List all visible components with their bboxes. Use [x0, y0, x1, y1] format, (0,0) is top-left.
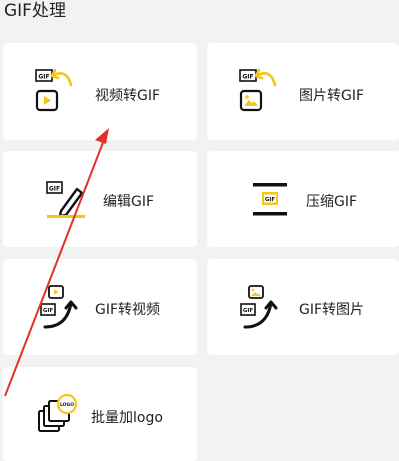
svg-text:GIF: GIF — [49, 186, 60, 193]
svg-text:GIF: GIF — [38, 74, 49, 81]
compress-gif-icon: GIF — [251, 181, 291, 225]
svg-text:GIF: GIF — [43, 308, 54, 314]
svg-text:GIF: GIF — [243, 308, 254, 314]
image-to-gif-icon: GIF — [239, 67, 287, 119]
video-to-gif-icon: GIF — [35, 67, 83, 119]
tool-label: 图片转GIF — [299, 88, 365, 104]
tool-card-video-to-gif[interactable]: GIF 视频转GIF — [3, 43, 197, 140]
tool-card-gif-to-video[interactable]: GIF GIF转视频 — [3, 259, 197, 355]
svg-text:LOGO: LOGO — [60, 402, 74, 408]
tool-label: GIF转图片 — [299, 302, 365, 318]
svg-text:GIF: GIF — [242, 74, 253, 81]
tool-label: GIF转视频 — [95, 302, 161, 318]
edit-gif-icon: GIF — [45, 177, 93, 229]
tool-label: 压缩GIF — [306, 194, 358, 210]
batch-logo-icon: LOGO — [37, 393, 81, 441]
section-title: GIF处理 — [4, 1, 66, 21]
tool-card-gif-to-image[interactable]: GIF GIF转图片 — [207, 259, 399, 355]
tool-label: 批量加logo — [91, 410, 163, 426]
tool-label: 视频转GIF — [95, 88, 161, 104]
tool-card-compress-gif[interactable]: GIF 压缩GIF — [207, 151, 399, 247]
gif-to-image-icon: GIF — [239, 283, 287, 335]
tool-card-edit-gif[interactable]: GIF 编辑GIF — [3, 151, 197, 247]
tool-card-batch-logo[interactable]: LOGO 批量加logo — [3, 367, 197, 461]
gif-to-video-icon: GIF — [39, 283, 87, 335]
tool-label: 编辑GIF — [103, 194, 155, 210]
svg-text:GIF: GIF — [265, 197, 276, 203]
tool-card-image-to-gif[interactable]: GIF 图片转GIF — [207, 43, 399, 140]
